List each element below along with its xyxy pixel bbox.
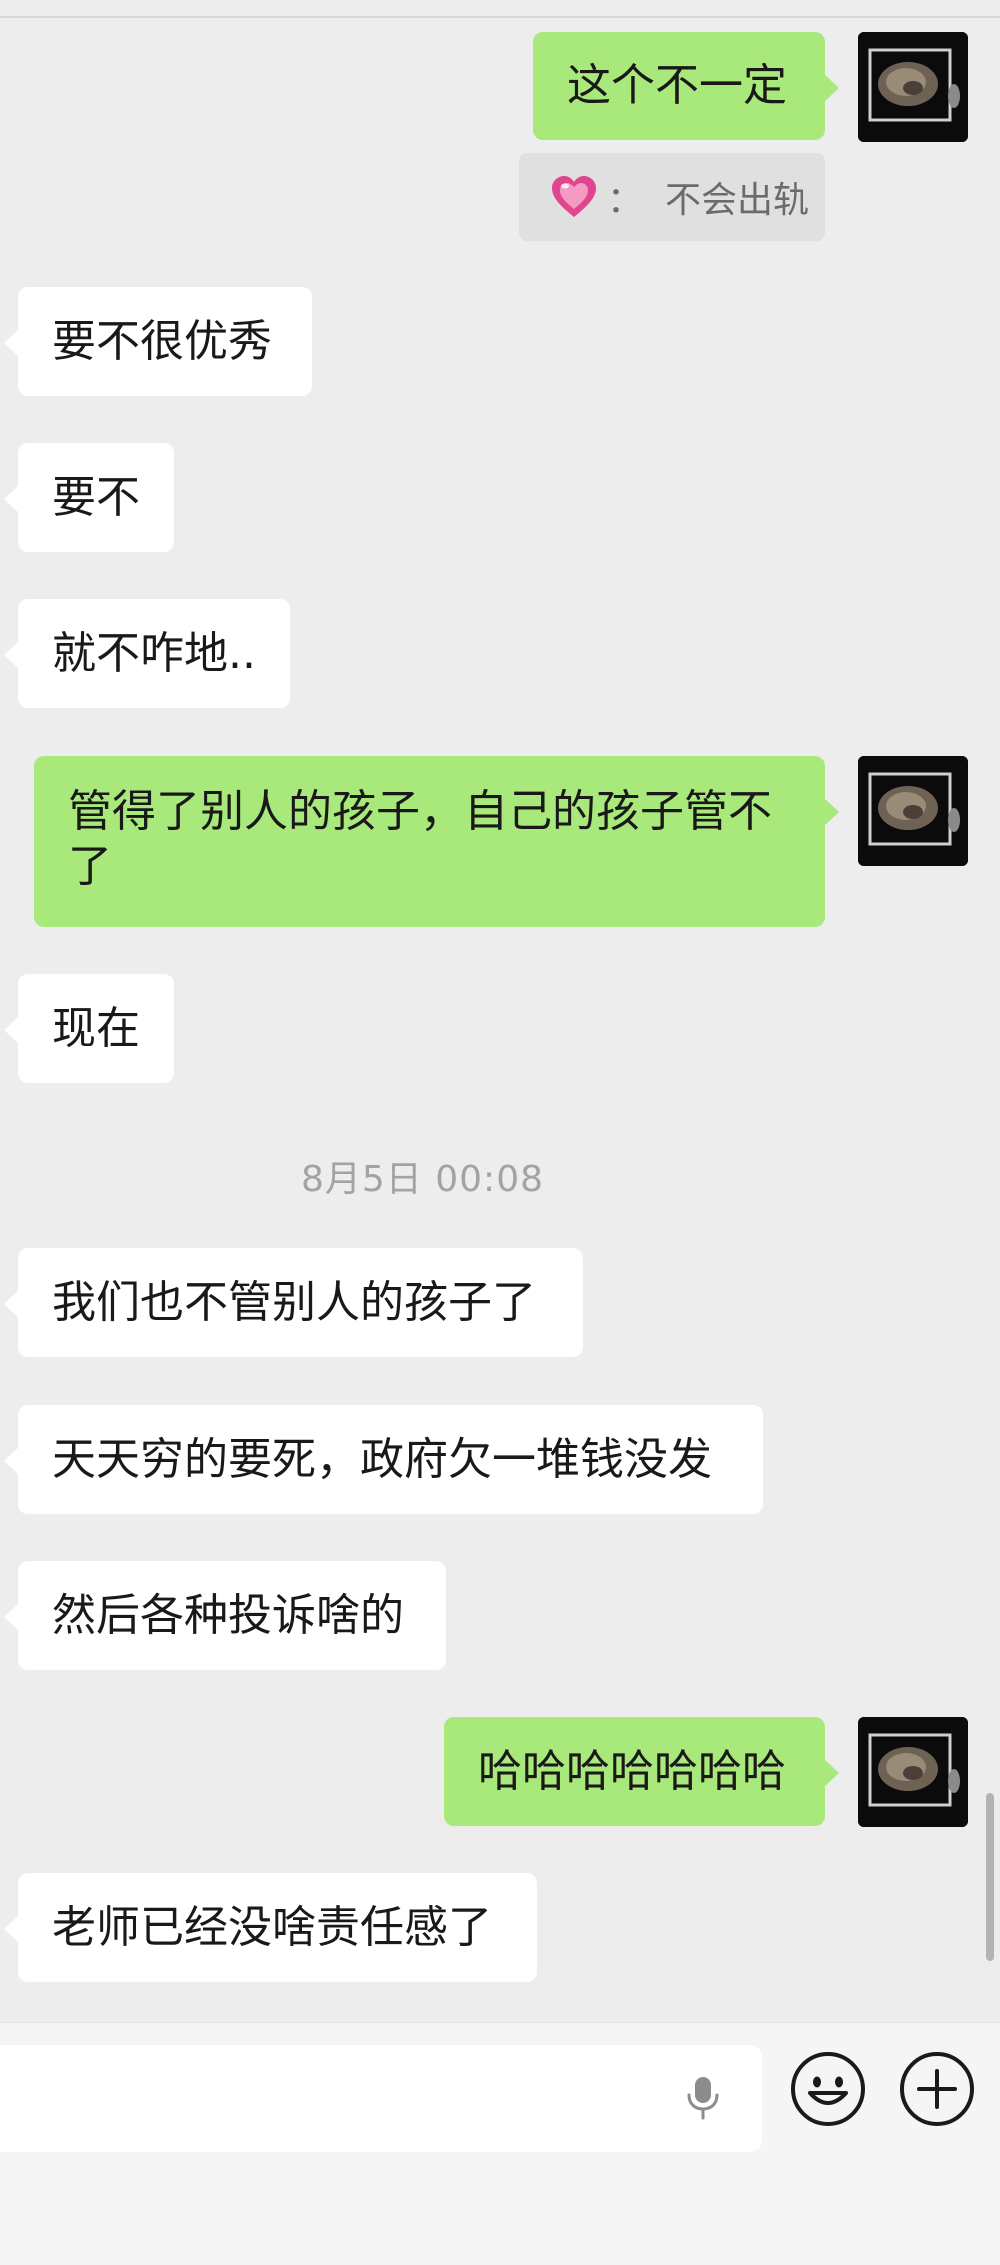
input-bar	[0, 2022, 1000, 2265]
message-bubble-incoming[interactable]: 要不很优秀	[4, 287, 312, 396]
message-text: 要不	[52, 471, 140, 523]
message-text: 哈哈哈哈哈哈哈	[478, 1745, 786, 1797]
timestamp: 8月5日 00:08	[301, 1159, 544, 1200]
emoji-icon[interactable]	[788, 2049, 868, 2129]
top-divider	[0, 16, 1000, 18]
message-bubble-incoming[interactable]: 要不	[4, 443, 174, 552]
message-bubble-incoming[interactable]: 老师已经没啥责任感了	[4, 1873, 537, 1982]
message-text: 要不很优秀	[52, 315, 272, 367]
message-bubble-outgoing[interactable]: 管得了别人的孩子，自己的孩子管不 了	[34, 756, 839, 927]
reaction-text: 不会出轨	[665, 180, 810, 221]
scrollbar[interactable]	[986, 1793, 994, 1961]
message-bubble-incoming[interactable]: 就不咋地..	[4, 599, 290, 708]
message-text-line: 了	[68, 841, 112, 892]
message-bubble-outgoing[interactable]: 这个不一定	[533, 32, 839, 140]
pink-heart-icon	[551, 175, 597, 219]
message-bubble-incoming[interactable]: 现在	[4, 974, 174, 1083]
message-text: 现在	[52, 1002, 140, 1054]
message-text: 我们也不管别人的孩子了	[52, 1276, 536, 1328]
message-text-line: 管得了别人的孩子，自己的孩子管不	[68, 786, 772, 837]
message-text: 老师已经没啥责任感了	[52, 1901, 492, 1953]
user-avatar[interactable]	[858, 756, 968, 866]
message-input[interactable]	[0, 2045, 762, 2152]
microphone-icon[interactable]	[678, 2073, 728, 2123]
message-bubble-incoming[interactable]: 天天穷的要死，政府欠一堆钱没发	[4, 1405, 763, 1514]
message-bubble-incoming[interactable]: 我们也不管别人的孩子了	[4, 1248, 583, 1357]
user-avatar[interactable]	[858, 1717, 968, 1827]
message-bubble-incoming[interactable]: 然后各种投诉啥的	[4, 1561, 446, 1670]
message-text: 天天穷的要死，政府欠一堆钱没发	[52, 1433, 712, 1485]
user-avatar[interactable]	[858, 32, 968, 142]
message-reaction[interactable]: ： 不会出轨	[519, 153, 825, 241]
reaction-separator: ：	[607, 180, 644, 221]
plus-icon[interactable]	[897, 2049, 977, 2129]
message-text: 这个不一定	[567, 60, 787, 111]
message-text: 然后各种投诉啥的	[52, 1589, 404, 1641]
message-text: 就不咋地..	[52, 627, 256, 679]
message-bubble-outgoing[interactable]: 哈哈哈哈哈哈哈	[444, 1717, 839, 1826]
chat-area[interactable]: 这个不一定 ： 不会出轨 要不很优秀 要不 就不咋地.. 管得了别人的孩子，自己…	[0, 0, 1000, 2022]
